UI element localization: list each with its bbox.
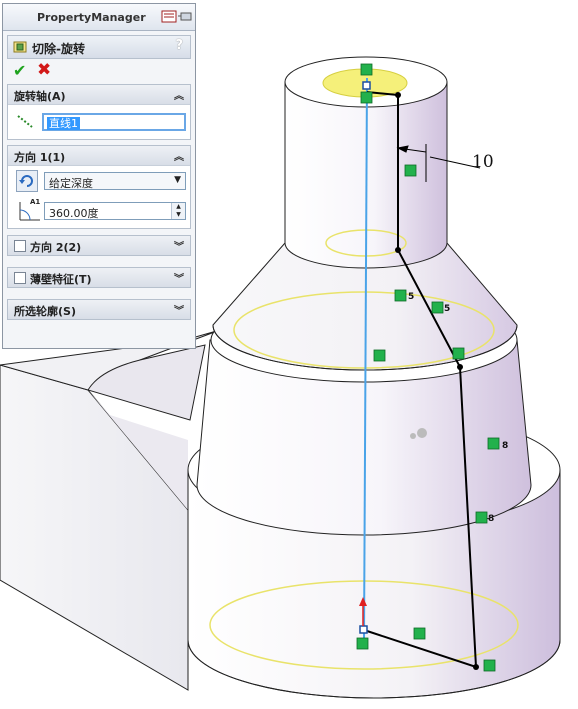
thin-feature-label: 薄壁特征(T) — [30, 273, 92, 286]
direction2-checkbox[interactable] — [14, 240, 26, 252]
selected-contours-group: 所选轮廓(S) ︾ — [7, 299, 191, 320]
expand-icon[interactable]: ︾ — [174, 270, 184, 285]
relation-tag: 8 — [502, 441, 509, 451]
ok-button[interactable]: ✔ — [13, 61, 26, 80]
collapse-icon[interactable]: ︽ — [174, 148, 184, 163]
relation-tag: 5 — [444, 304, 451, 314]
feature-header: 切除-旋转 ? — [7, 35, 191, 59]
direction2-group-header[interactable]: 方向 2(2) ︾ — [8, 236, 190, 255]
direction1-group-header[interactable]: 方向 1(1) ︽ — [8, 146, 190, 166]
axis-endpoint-bottom[interactable] — [359, 625, 368, 634]
base-block — [0, 329, 221, 691]
selected-contours-label: 所选轮廓(S) — [14, 305, 76, 318]
direction2-group: 方向 2(2) ︾ — [7, 235, 191, 256]
axis-group-header[interactable]: 旋转轴(A) ︽ — [8, 85, 190, 105]
thin-feature-checkbox[interactable] — [14, 272, 26, 284]
panel-titlebar: PropertyManager — [3, 4, 195, 31]
property-manager-panel: PropertyManager 切除-旋转 ? ✔ ✖ 旋转轴(A) ︽ 直线1… — [2, 3, 196, 349]
dimension-value[interactable]: 10 — [472, 152, 494, 172]
relation-tag: 8 — [488, 514, 495, 524]
collapse-icon[interactable]: ︽ — [174, 87, 184, 102]
angle-input[interactable]: 360.00度 ▲ ▼ — [44, 202, 186, 220]
feature-name: 切除-旋转 — [32, 42, 85, 56]
axis-endpoint-top[interactable] — [362, 81, 371, 90]
relation-tag: 5 — [408, 292, 415, 302]
thin-feature-header[interactable]: 薄壁特征(T) ︾ — [8, 268, 190, 287]
axis-group: 旋转轴(A) ︽ 直线1 — [7, 84, 191, 140]
direction1-group: 方向 1(1) ︽ 给定深度 ▼ A1 360.00度 ▲ ▼ — [7, 145, 191, 229]
expand-icon[interactable]: ︾ — [174, 238, 184, 253]
direction1-label: 方向 1(1) — [14, 151, 66, 164]
angle-value: 360.00度 — [49, 207, 99, 220]
direction2-label: 方向 2(2) — [30, 241, 82, 254]
help-icon[interactable]: ? — [175, 38, 183, 53]
dropdown-arrow-icon: ▼ — [174, 175, 181, 185]
pin-icon[interactable] — [161, 10, 195, 24]
revolve-cut-icon — [13, 41, 27, 53]
thin-feature-group: 薄壁特征(T) ︾ — [7, 267, 191, 288]
angle-icon-label: A1 — [30, 198, 41, 206]
expand-icon[interactable]: ︾ — [174, 302, 184, 317]
axis-selection-value: 直线1 — [47, 117, 80, 130]
end-condition-value: 给定深度 — [49, 177, 93, 190]
ok-cancel-row: ✔ ✖ — [3, 59, 195, 81]
end-condition-select[interactable]: 给定深度 ▼ — [44, 172, 186, 190]
cancel-button[interactable]: ✖ — [37, 60, 51, 80]
angle-spinner[interactable]: ▲ ▼ — [171, 203, 185, 219]
axis-line-icon — [17, 115, 33, 128]
axis-group-label: 旋转轴(A) — [14, 90, 66, 103]
panel-title: PropertyManager — [37, 11, 146, 24]
axis-selection-field[interactable]: 直线1 — [42, 113, 186, 131]
selected-contours-header[interactable]: 所选轮廓(S) ︾ — [8, 300, 190, 319]
reverse-direction-icon[interactable] — [16, 170, 38, 192]
